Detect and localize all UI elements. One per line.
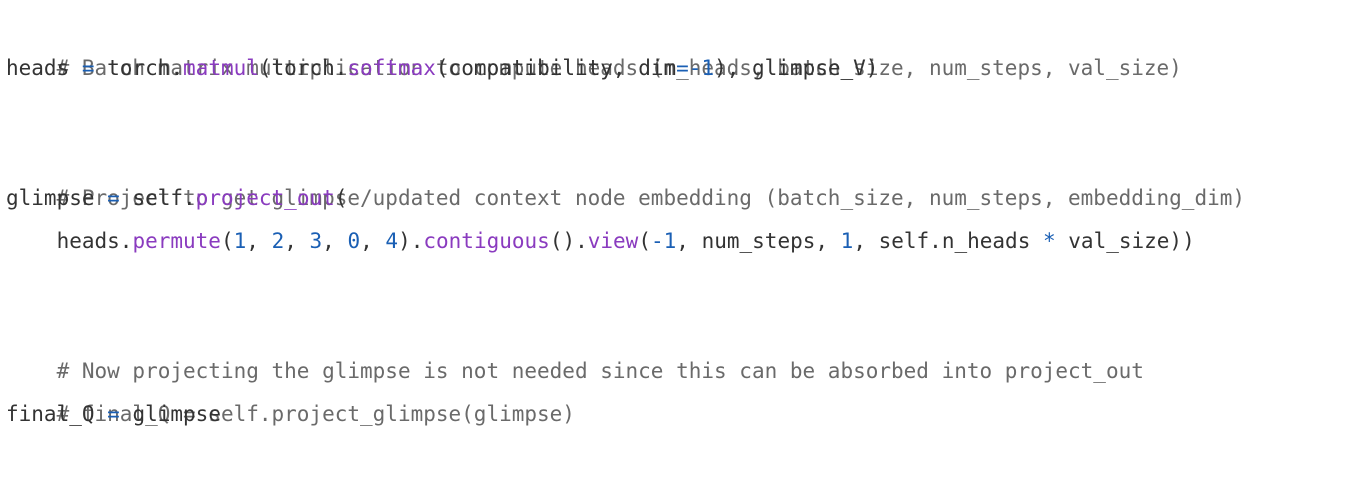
identifier: , [284,228,310,253]
function-name: permute [132,228,221,253]
identifier: ). [398,228,424,253]
code-line-1: # Batch matrix multiplication to compute… [6,4,1360,80]
number: 2 [271,228,285,253]
identifier: heads [6,56,82,81]
code-line-10: final_Q = glimpse [6,393,1360,436]
number: 4 [385,228,399,253]
identifier: torch. [94,56,184,81]
identifier: , self.n_heads [853,228,1043,253]
number: 1 [840,228,854,253]
number: 3 [309,228,323,253]
identifier: glimpse [6,185,108,210]
identifier: ), glimpse_V) [714,56,879,81]
operator: = [107,185,120,210]
code-line-4: # Project to get glimpse/updated context… [6,134,1360,210]
identifier: ( [638,228,651,253]
operator: = [107,401,120,426]
identifier: ( [220,228,234,253]
identifier: (torch. [258,56,348,81]
operator: * [1042,228,1056,253]
identifier: (). [549,228,588,253]
operator: =- [676,56,702,81]
identifier: , [360,228,386,253]
identifier: final_Q [6,401,108,426]
function-name: view [587,228,639,253]
comment: # Now projecting the glimpse is not need… [56,358,1144,383]
number: 0 [347,228,361,253]
number: 1 [663,228,677,253]
identifier: self. [119,185,196,210]
identifier: , num_steps, [676,228,841,253]
identifier: (compatibility, dim [435,56,677,81]
identifier: glimpse [119,401,221,426]
identifier: val_size)) [1055,228,1195,253]
identifier: , [322,228,348,253]
identifier: ( [334,185,348,210]
identifier: , [246,228,272,253]
function-name: project_out [195,185,335,210]
number: 1 [233,228,247,253]
number: 1 [701,56,715,81]
operator: - [650,228,664,253]
code-block: # Batch matrix multiplication to compute… [0,0,1360,431]
code-line-6: heads.permute(1, 2, 3, 0, 4).contiguous(… [6,220,1360,263]
function-name: softmax [347,56,436,81]
operator: = [81,56,95,81]
function-name: contiguous [423,228,550,253]
identifier: heads. [56,228,133,253]
function-name: matmul [183,56,259,81]
code-line-8: # Now projecting the glimpse is not need… [6,306,1360,383]
